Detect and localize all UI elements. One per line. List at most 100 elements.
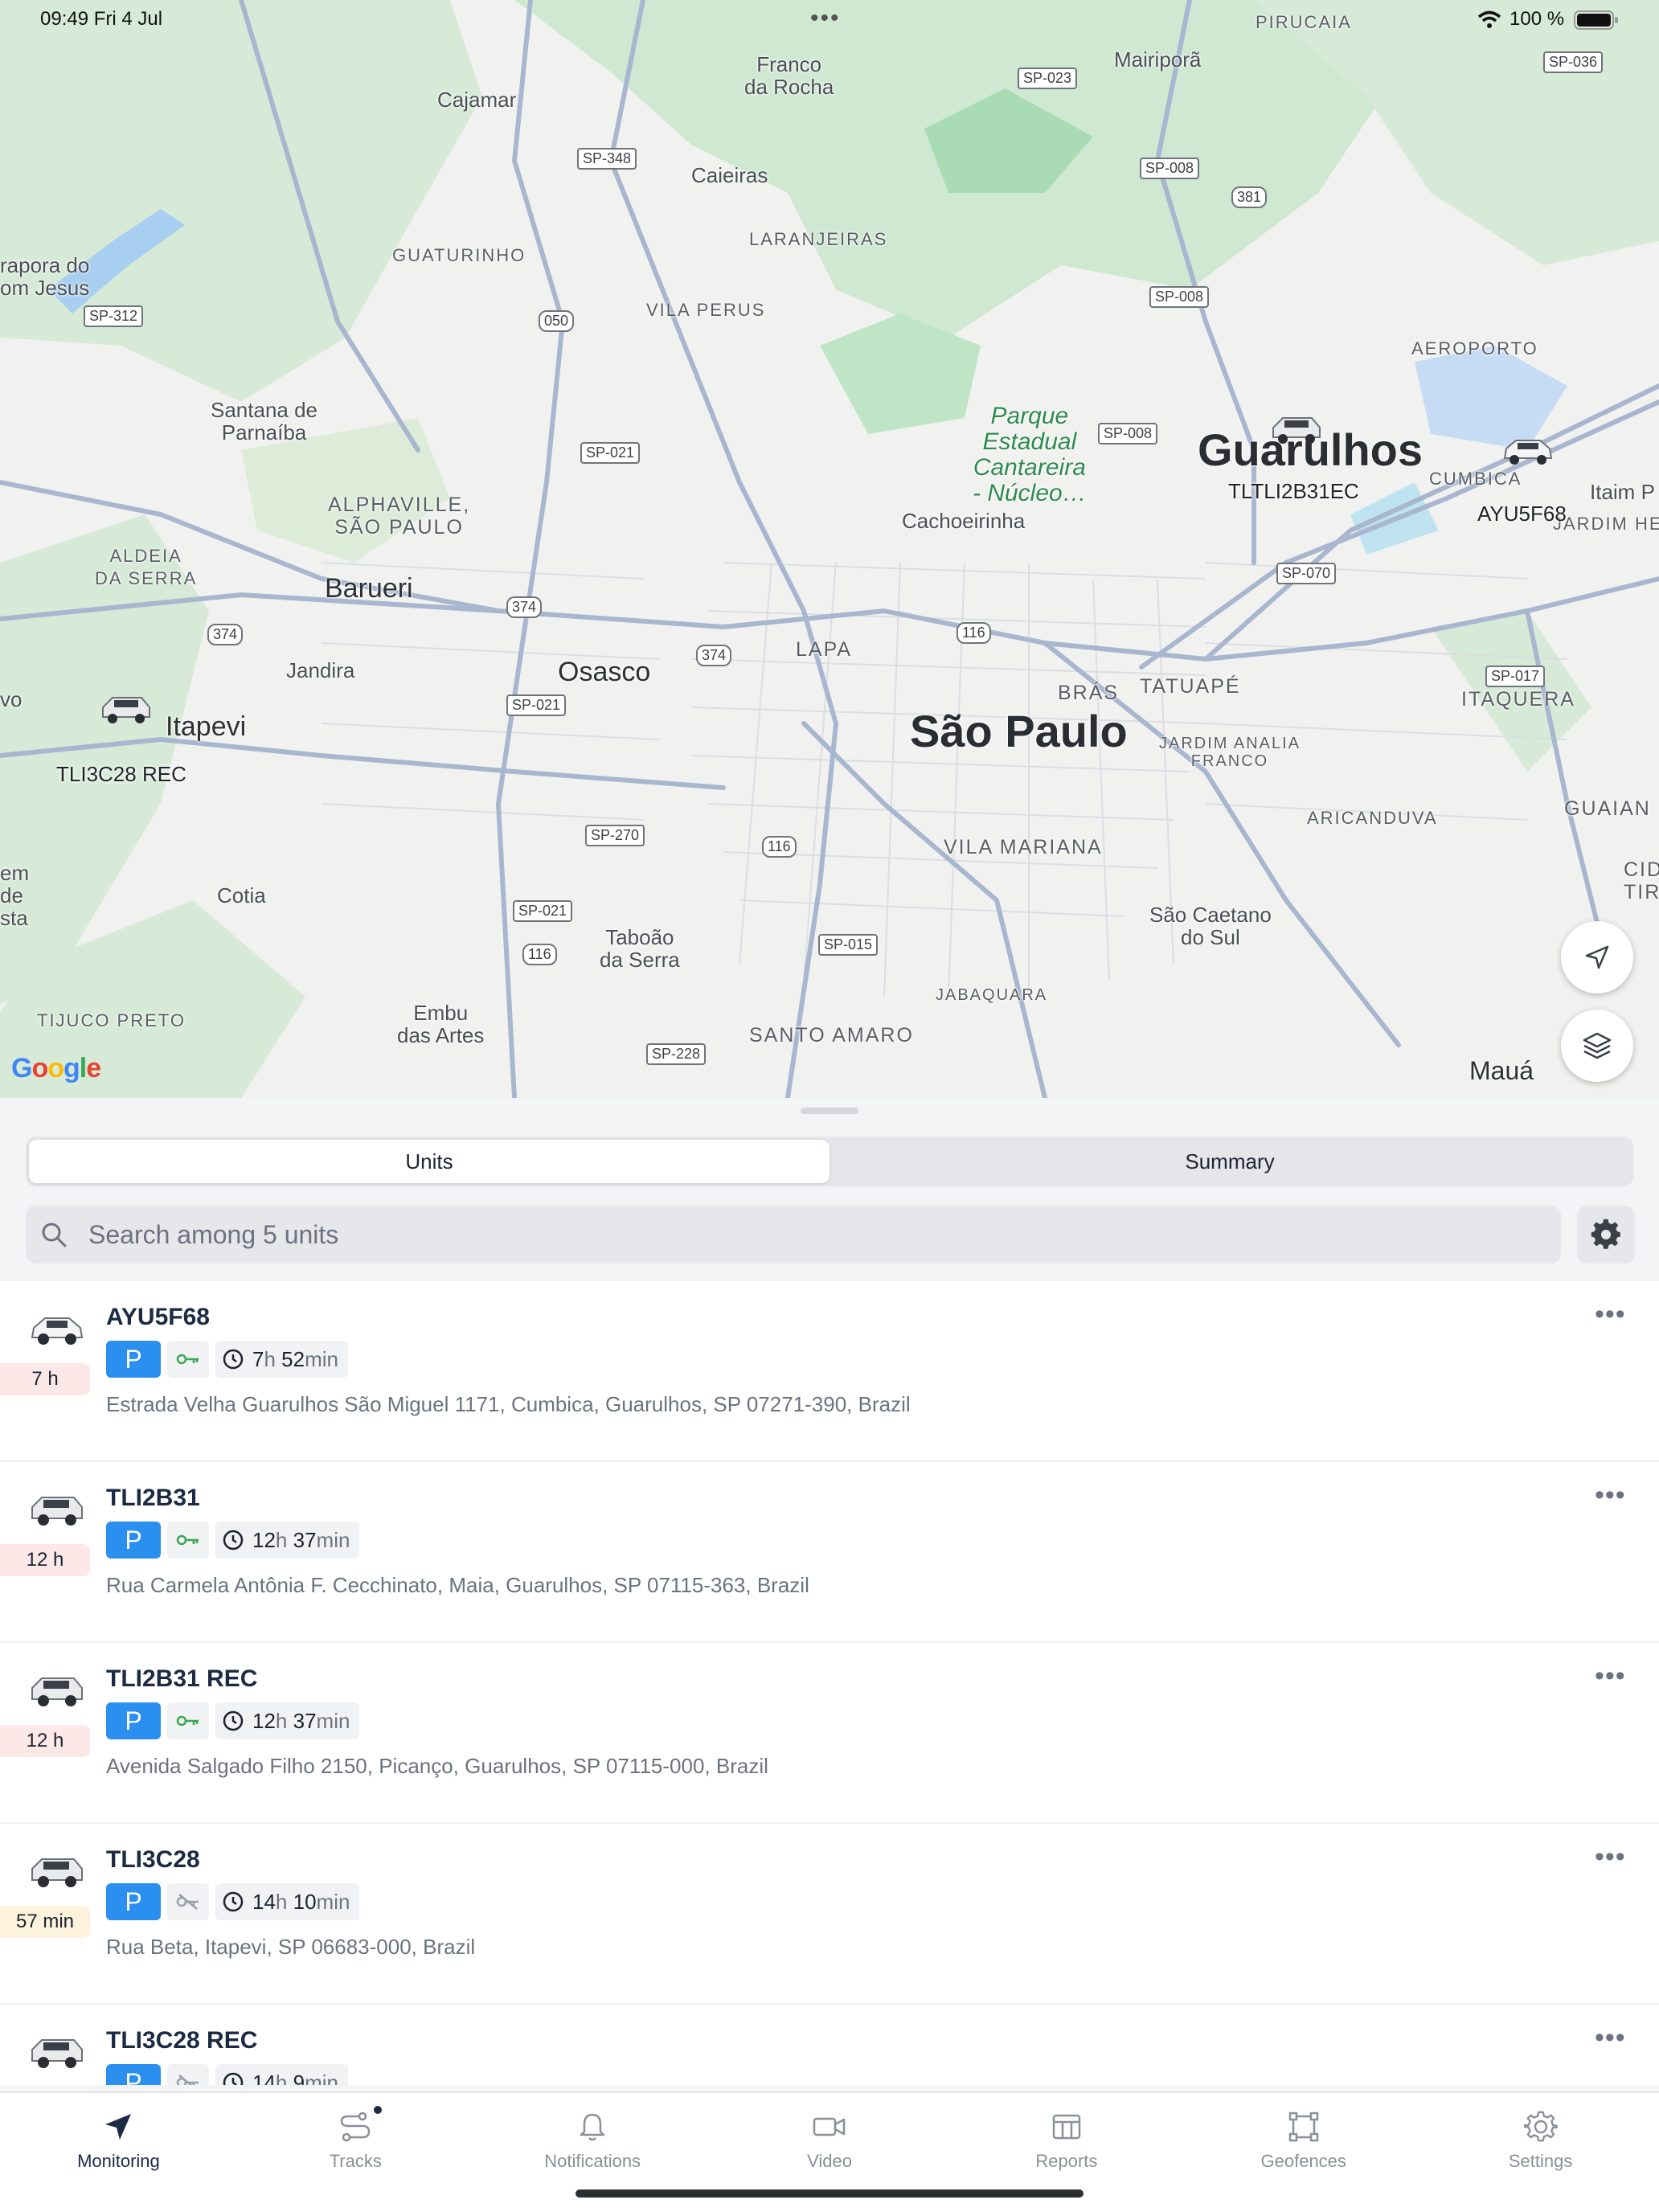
map-place-label: Taboão da Serra [600,925,680,972]
clock-icon [223,1710,244,1731]
road-shield: 374 [207,624,244,645]
minutes-unit: min [316,1527,350,1552]
locate-me-button[interactable] [1561,921,1633,993]
van-icon [31,2039,83,2068]
ignition-key-on-icon [167,1341,209,1378]
unit-status-badges: P 12h 37min [106,1702,360,1739]
battery-icon [1574,10,1618,30]
map-place-label: SANTO AMARO [749,1024,914,1047]
last-update-badge: 57 min [0,1906,90,1938]
tab-label: Video [807,2151,852,2171]
clock-icon [223,1349,244,1370]
table-icon [1051,2108,1083,2146]
map-city-label: Osasco [558,657,651,687]
last-update-badge: 12 h [0,1725,90,1757]
tab-settings[interactable]: Settings [1422,2093,1659,2212]
parking-badge: P [106,1702,161,1739]
multitasking-dots-icon[interactable]: ••• [810,5,841,32]
parking-duration-badge: 12h 37min [215,1702,360,1739]
search-input[interactable] [88,1219,1455,1250]
road-shield: SP-348 [577,148,637,170]
map-place-label: JARDIM ANALIA FRANCO [1159,735,1301,770]
sheet-grabber-handle[interactable] [801,1108,858,1114]
road-shield: 374 [696,645,732,666]
van-icon [31,1858,83,1887]
road-shield: SP-008 [1149,286,1210,308]
duration-minutes: 9 [293,2070,305,2086]
ignition-key-on-icon [167,1702,209,1739]
road-shield: SP-312 [84,305,144,327]
tab-label: Settings [1508,2151,1573,2171]
location-arrow-icon [1585,945,1609,969]
road-shield: 050 [539,310,575,332]
vehicle-marker-icon[interactable] [1500,434,1556,466]
bell-icon [576,2108,608,2146]
more-options-icon[interactable]: ••• [1595,1299,1626,1330]
vehicle-marker-icon[interactable] [98,693,154,725]
hours-unit: h [275,1889,288,1914]
map-place-label: Cotia [217,883,266,907]
duration-minutes: 37 [293,1527,317,1552]
hours-unit: h [275,1527,288,1552]
segment-summary[interactable]: Summary [830,1140,1630,1183]
map-place-label: Caieiras [691,163,768,187]
map-place-label: Jandira [286,658,355,682]
layers-icon [1583,1032,1612,1059]
road-shield: 116 [956,622,991,644]
unit-name: TLI3C28 [106,1846,200,1873]
tab-geofences[interactable]: Geofences [1185,2093,1422,2212]
duration-hours: 7 [252,1346,264,1371]
map-place-label: Itaim P [1590,480,1655,504]
unit-row[interactable]: 57 min TLI3C28 ••• P 14h 10min Rua Beta,… [0,1824,1659,2005]
unit-row[interactable]: 12 h TLI2B31 REC ••• P 12h 37min Avenida… [0,1643,1659,1824]
tab-tracks[interactable]: Tracks [237,2093,474,2212]
unit-address: Rua Carmela Antônia F. Cecchinato, Maia,… [106,1573,809,1597]
map-place-label: JARDIM HELE [1553,514,1659,534]
duration-hours: 12 [252,1527,276,1552]
tab-label: Geofences [1260,2151,1346,2171]
gear-icon [1523,2108,1558,2146]
more-options-icon[interactable]: ••• [1595,1841,1626,1873]
more-options-icon[interactable]: ••• [1595,1661,1626,1692]
duration-hours: 12 [252,1708,276,1733]
gear-icon [1591,1219,1620,1249]
unit-row[interactable]: 7 h AYU5F68 ••• P 7h 52min Estrada Velha… [0,1281,1659,1462]
duration-hours: 14 [252,1889,276,1914]
parking-duration-badge: 7h 52min [215,1341,348,1378]
segment-units[interactable]: Units [29,1140,830,1183]
unit-row[interactable]: 12 h TLI2B31 ••• P 12h 37min Rua Carmela… [0,1462,1659,1643]
search-icon [37,1218,71,1251]
vehicle-map-label[interactable]: TLTLI2B31EC [1228,479,1359,504]
unit-list[interactable]: 7 h AYU5F68 ••• P 7h 52min Estrada Velha… [0,1281,1659,2085]
vehicle-map-label[interactable]: TLI3C28 REC [56,762,186,787]
clock-icon [223,2072,244,2085]
road-shield: 116 [762,836,797,858]
map-view[interactable]: PIRUCAIA Franco da Rocha Mairiporã Cajam… [0,0,1659,1098]
car-icon [31,1317,84,1345]
map-place-label: CID TIRA [1624,858,1659,903]
map-place-label: LARANJEIRAS [749,229,888,249]
vehicle-marker-icon[interactable] [1268,413,1325,445]
map-place-label: Cajamar [437,88,517,112]
unit-row[interactable]: TLI3C28 REC ••• P 14h 9min [0,2005,1659,2085]
map-city-label: São Paulo [910,706,1128,756]
unit-address: Rua Beta, Itapevi, SP 06683-000, Brazil [106,1935,476,1959]
unit-status-badges: P 7h 52min [106,1341,348,1378]
map-place-label: VILA MARIANA [944,836,1103,858]
vehicle-map-label[interactable]: AYU5F68 [1477,502,1567,526]
list-settings-button[interactable] [1577,1206,1635,1264]
duration-minutes: 52 [281,1346,305,1371]
map-place-label: VILA PERUS [646,300,766,320]
more-options-icon[interactable]: ••• [1595,2022,1626,2054]
tab-monitoring[interactable]: Monitoring [0,2093,237,2212]
road-shield: SP-021 [506,694,567,716]
map-layers-button[interactable] [1561,1010,1633,1082]
map-place-label: TATUAPÉ [1140,675,1241,698]
road-shield: SP-070 [1276,563,1337,584]
map-park-label: Parque Estadual Cantareira - Núcleo… [973,403,1087,506]
road-shield: 381 [1231,186,1268,208]
map-place-label: LAPA [796,638,853,661]
more-options-icon[interactable]: ••• [1595,1480,1626,1511]
road-shield: SP-270 [585,825,645,846]
navigation-arrow-icon [102,2108,134,2146]
